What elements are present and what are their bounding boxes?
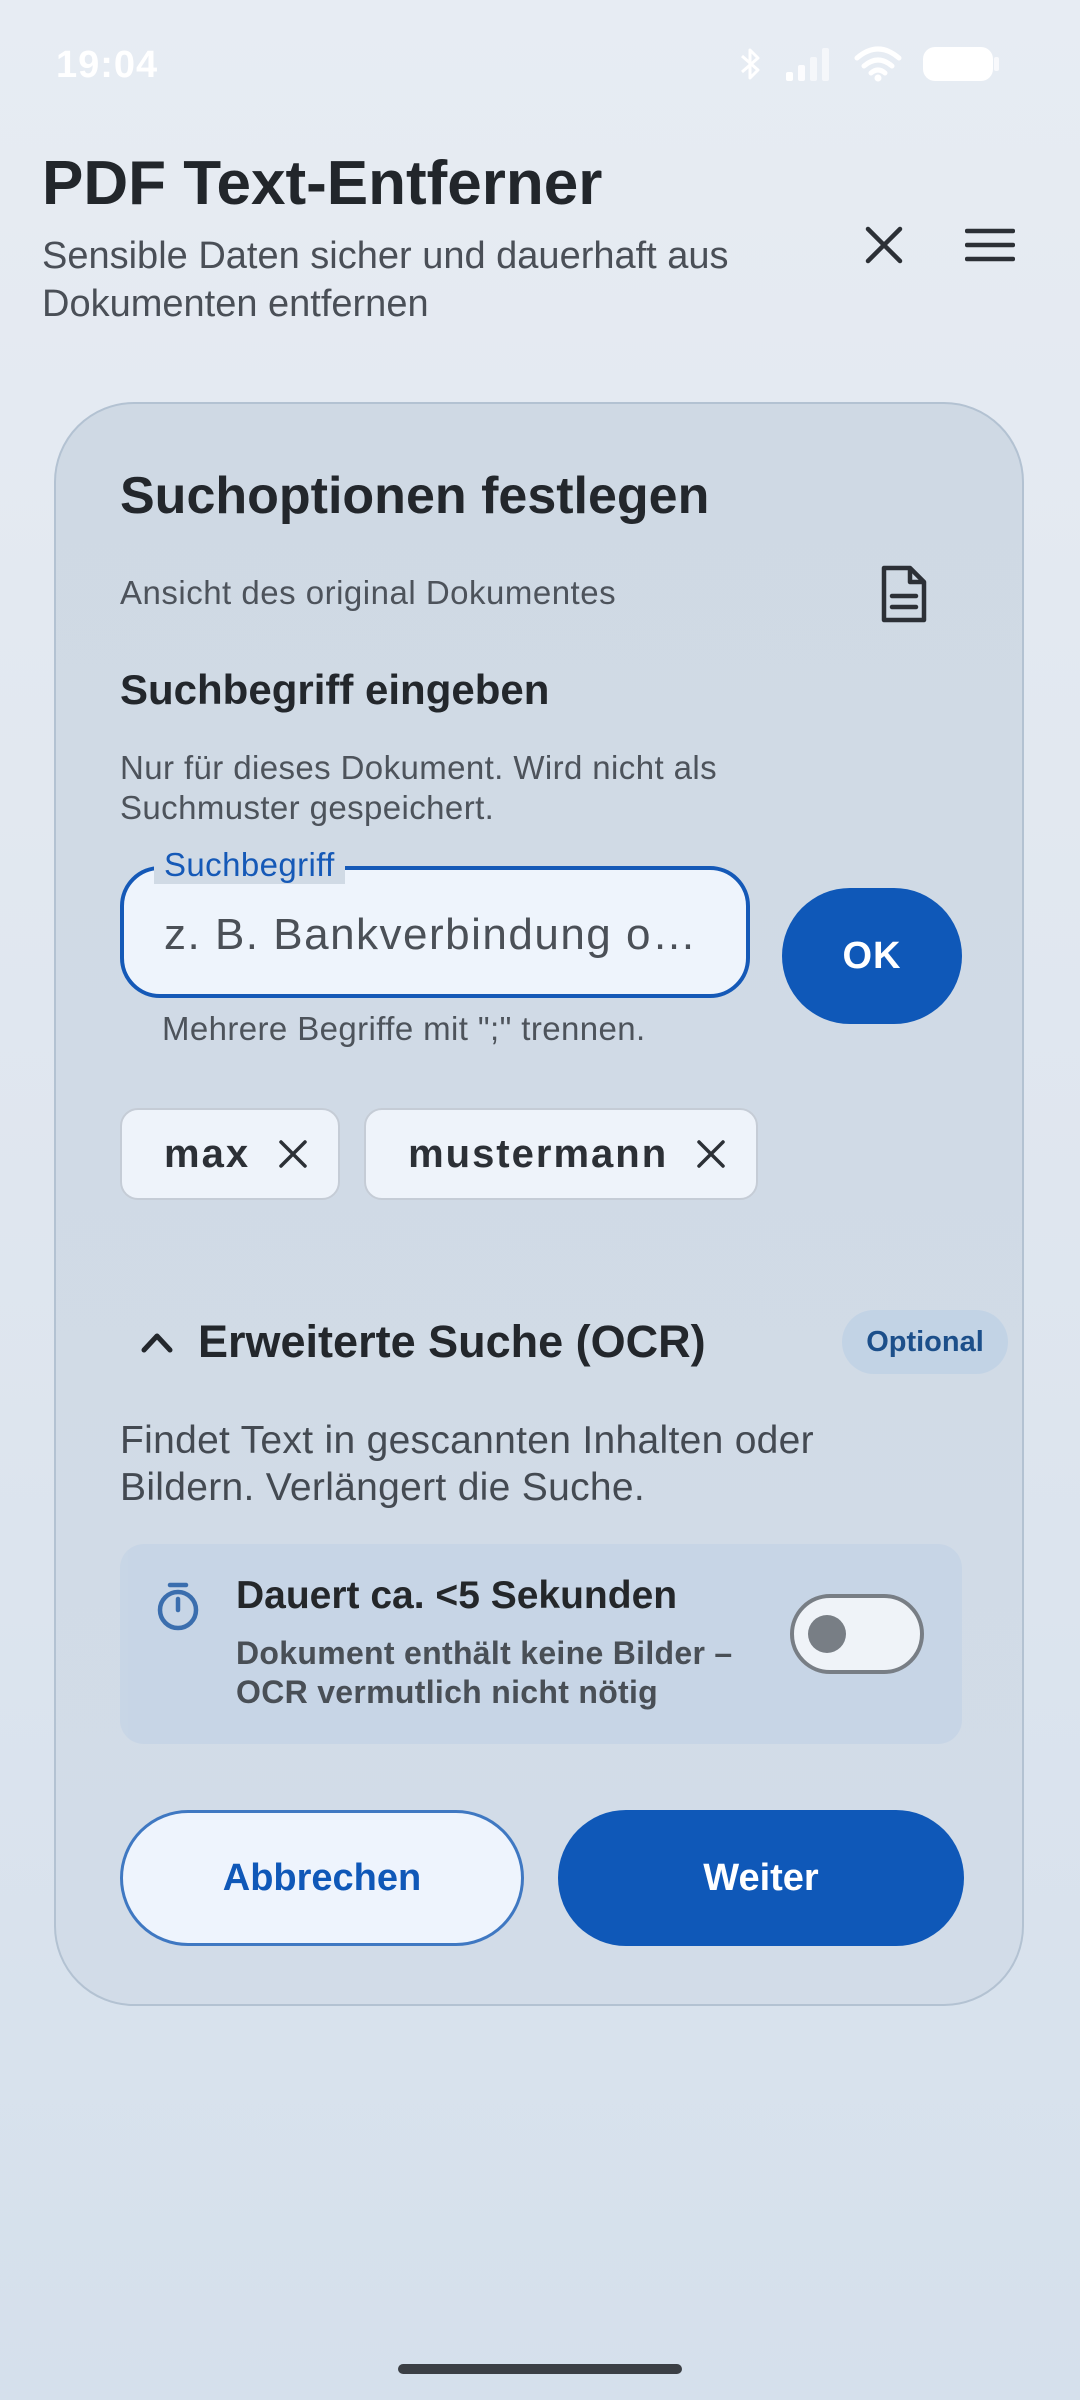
- ocr-section-header: Erweiterte Suche (OCR) Optional: [120, 1302, 1008, 1382]
- ocr-title: Erweiterte Suche (OCR): [198, 1316, 706, 1367]
- close-icon: [865, 226, 903, 264]
- ocr-info-box: Dauert ca. <5 Sekunden Dokument enthält …: [120, 1544, 962, 1744]
- chip-label: max: [164, 1131, 251, 1176]
- search-term-label: Suchbegriff: [154, 846, 345, 884]
- search-term-helper: Mehrere Begriffe mit ";" trennen.: [162, 1010, 646, 1047]
- ocr-duration-note: Dokument enthält keine Bilder – OCR verm…: [236, 1635, 733, 1711]
- app-header: PDF Text-Entferner Sensible Daten sicher…: [42, 149, 1042, 329]
- cancel-button[interactable]: Abbrechen: [120, 1810, 524, 1946]
- ocr-description: Findet Text in gescannten Inhalten oder …: [120, 1419, 814, 1509]
- card-title: Suchoptionen festlegen: [120, 467, 710, 525]
- status-icons: [738, 44, 1000, 84]
- menu-icon: [965, 228, 1015, 262]
- close-button[interactable]: [854, 215, 914, 275]
- search-term-field[interactable]: Suchbegriff: [120, 846, 750, 998]
- chip-label: mustermann: [408, 1131, 669, 1176]
- search-term-heading: Suchbegriff eingeben: [120, 666, 550, 713]
- timer-icon: [157, 1582, 199, 1631]
- search-term-input[interactable]: [162, 902, 726, 968]
- continue-button[interactable]: Weiter: [558, 1810, 964, 1946]
- chip-max[interactable]: max: [120, 1108, 341, 1200]
- home-indicator[interactable]: [398, 2364, 682, 2374]
- ocr-duration-title: Dauert ca. <5 Sekunden: [236, 1574, 678, 1617]
- optional-badge: Optional: [842, 1310, 1008, 1374]
- ocr-expand-toggle[interactable]: Erweiterte Suche (OCR): [140, 1302, 706, 1382]
- menu-button[interactable]: [960, 215, 1020, 275]
- chip-mustermann[interactable]: mustermann: [364, 1108, 759, 1200]
- status-bar: 19:04: [0, 0, 1080, 130]
- chevron-up-icon: [141, 1333, 173, 1353]
- app-title: PDF Text-Entferner: [42, 149, 603, 218]
- original-document-label: Ansicht des original Dokumentes: [120, 574, 617, 611]
- status-time: 19:04: [56, 44, 159, 86]
- battery-icon: [923, 47, 999, 81]
- ocr-switch-knob: [808, 1615, 846, 1653]
- wifi-icon: [854, 46, 902, 82]
- remove-icon[interactable]: [696, 1139, 726, 1169]
- signal-icon: [786, 48, 829, 81]
- app-subtitle: Sensible Daten sicher und dauerhaft aus …: [42, 235, 729, 326]
- bluetooth-icon: [741, 48, 760, 80]
- ocr-switch[interactable]: [790, 1594, 924, 1674]
- search-term-hint: Nur für dieses Dokument. Wird nicht als …: [120, 749, 717, 826]
- remove-icon[interactable]: [278, 1139, 308, 1169]
- document-icon[interactable]: [876, 564, 932, 624]
- search-options-card: Suchoptionen festlegen Ansicht des origi…: [54, 402, 1024, 2006]
- search-term-chips: max mustermann: [120, 1108, 759, 1200]
- ok-button[interactable]: OK: [782, 888, 962, 1024]
